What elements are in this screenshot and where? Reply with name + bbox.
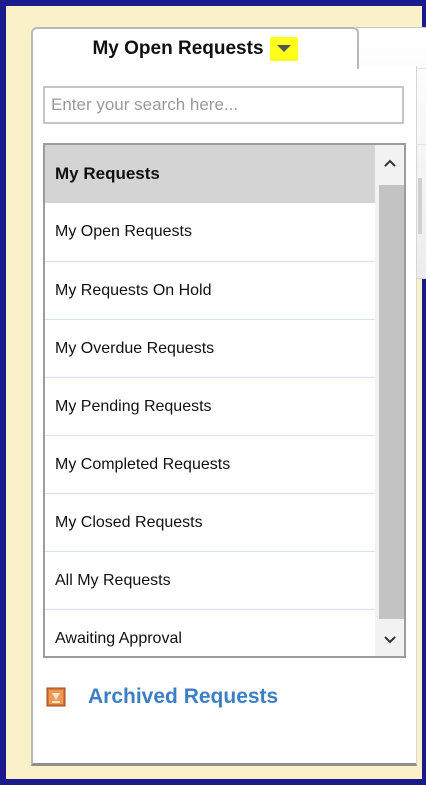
archive-box-icon xyxy=(46,687,66,707)
archived-requests-link[interactable]: Archived Requests xyxy=(46,682,278,712)
list-item[interactable]: My Pending Requests xyxy=(45,377,375,435)
list-item[interactable]: My Requests On Hold xyxy=(45,261,375,319)
search-input[interactable] xyxy=(43,86,404,124)
toolbar-edge xyxy=(418,178,422,234)
request-view-list: My Requests My Open Requests My Requests… xyxy=(43,143,406,658)
chevron-up-icon xyxy=(383,159,396,167)
list-item[interactable]: My Closed Requests xyxy=(45,493,375,551)
list-item[interactable]: Awaiting Approval xyxy=(45,609,375,656)
scroll-down-button[interactable] xyxy=(375,628,404,652)
list-scrollbar[interactable] xyxy=(375,145,404,656)
list-item[interactable]: All My Requests xyxy=(45,551,375,609)
dropdown-toggle-button[interactable] xyxy=(269,37,298,61)
list-item[interactable]: My Open Requests xyxy=(45,203,375,261)
list-item[interactable]: My Completed Requests xyxy=(45,435,375,493)
chevron-down-icon xyxy=(383,636,396,644)
archived-requests-label: Archived Requests xyxy=(88,685,279,708)
scroll-thumb[interactable] xyxy=(379,185,404,619)
tab-title: My Open Requests xyxy=(92,38,264,59)
list-group-header: My Requests xyxy=(45,145,375,203)
list-items: My Open Requests My Requests On Hold My … xyxy=(45,203,375,656)
tab-my-open-requests[interactable]: My Open Requests xyxy=(31,27,359,69)
scroll-up-button[interactable] xyxy=(375,151,404,175)
list-item[interactable]: My Overdue Requests xyxy=(45,319,375,377)
chevron-down-icon xyxy=(276,45,291,52)
